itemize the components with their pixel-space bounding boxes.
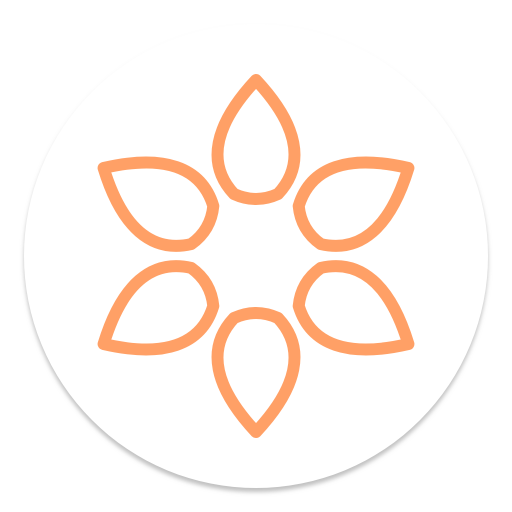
flower-app-icon xyxy=(24,24,488,488)
app-icon-stage xyxy=(0,0,512,512)
icon-badge-circle xyxy=(24,24,488,488)
